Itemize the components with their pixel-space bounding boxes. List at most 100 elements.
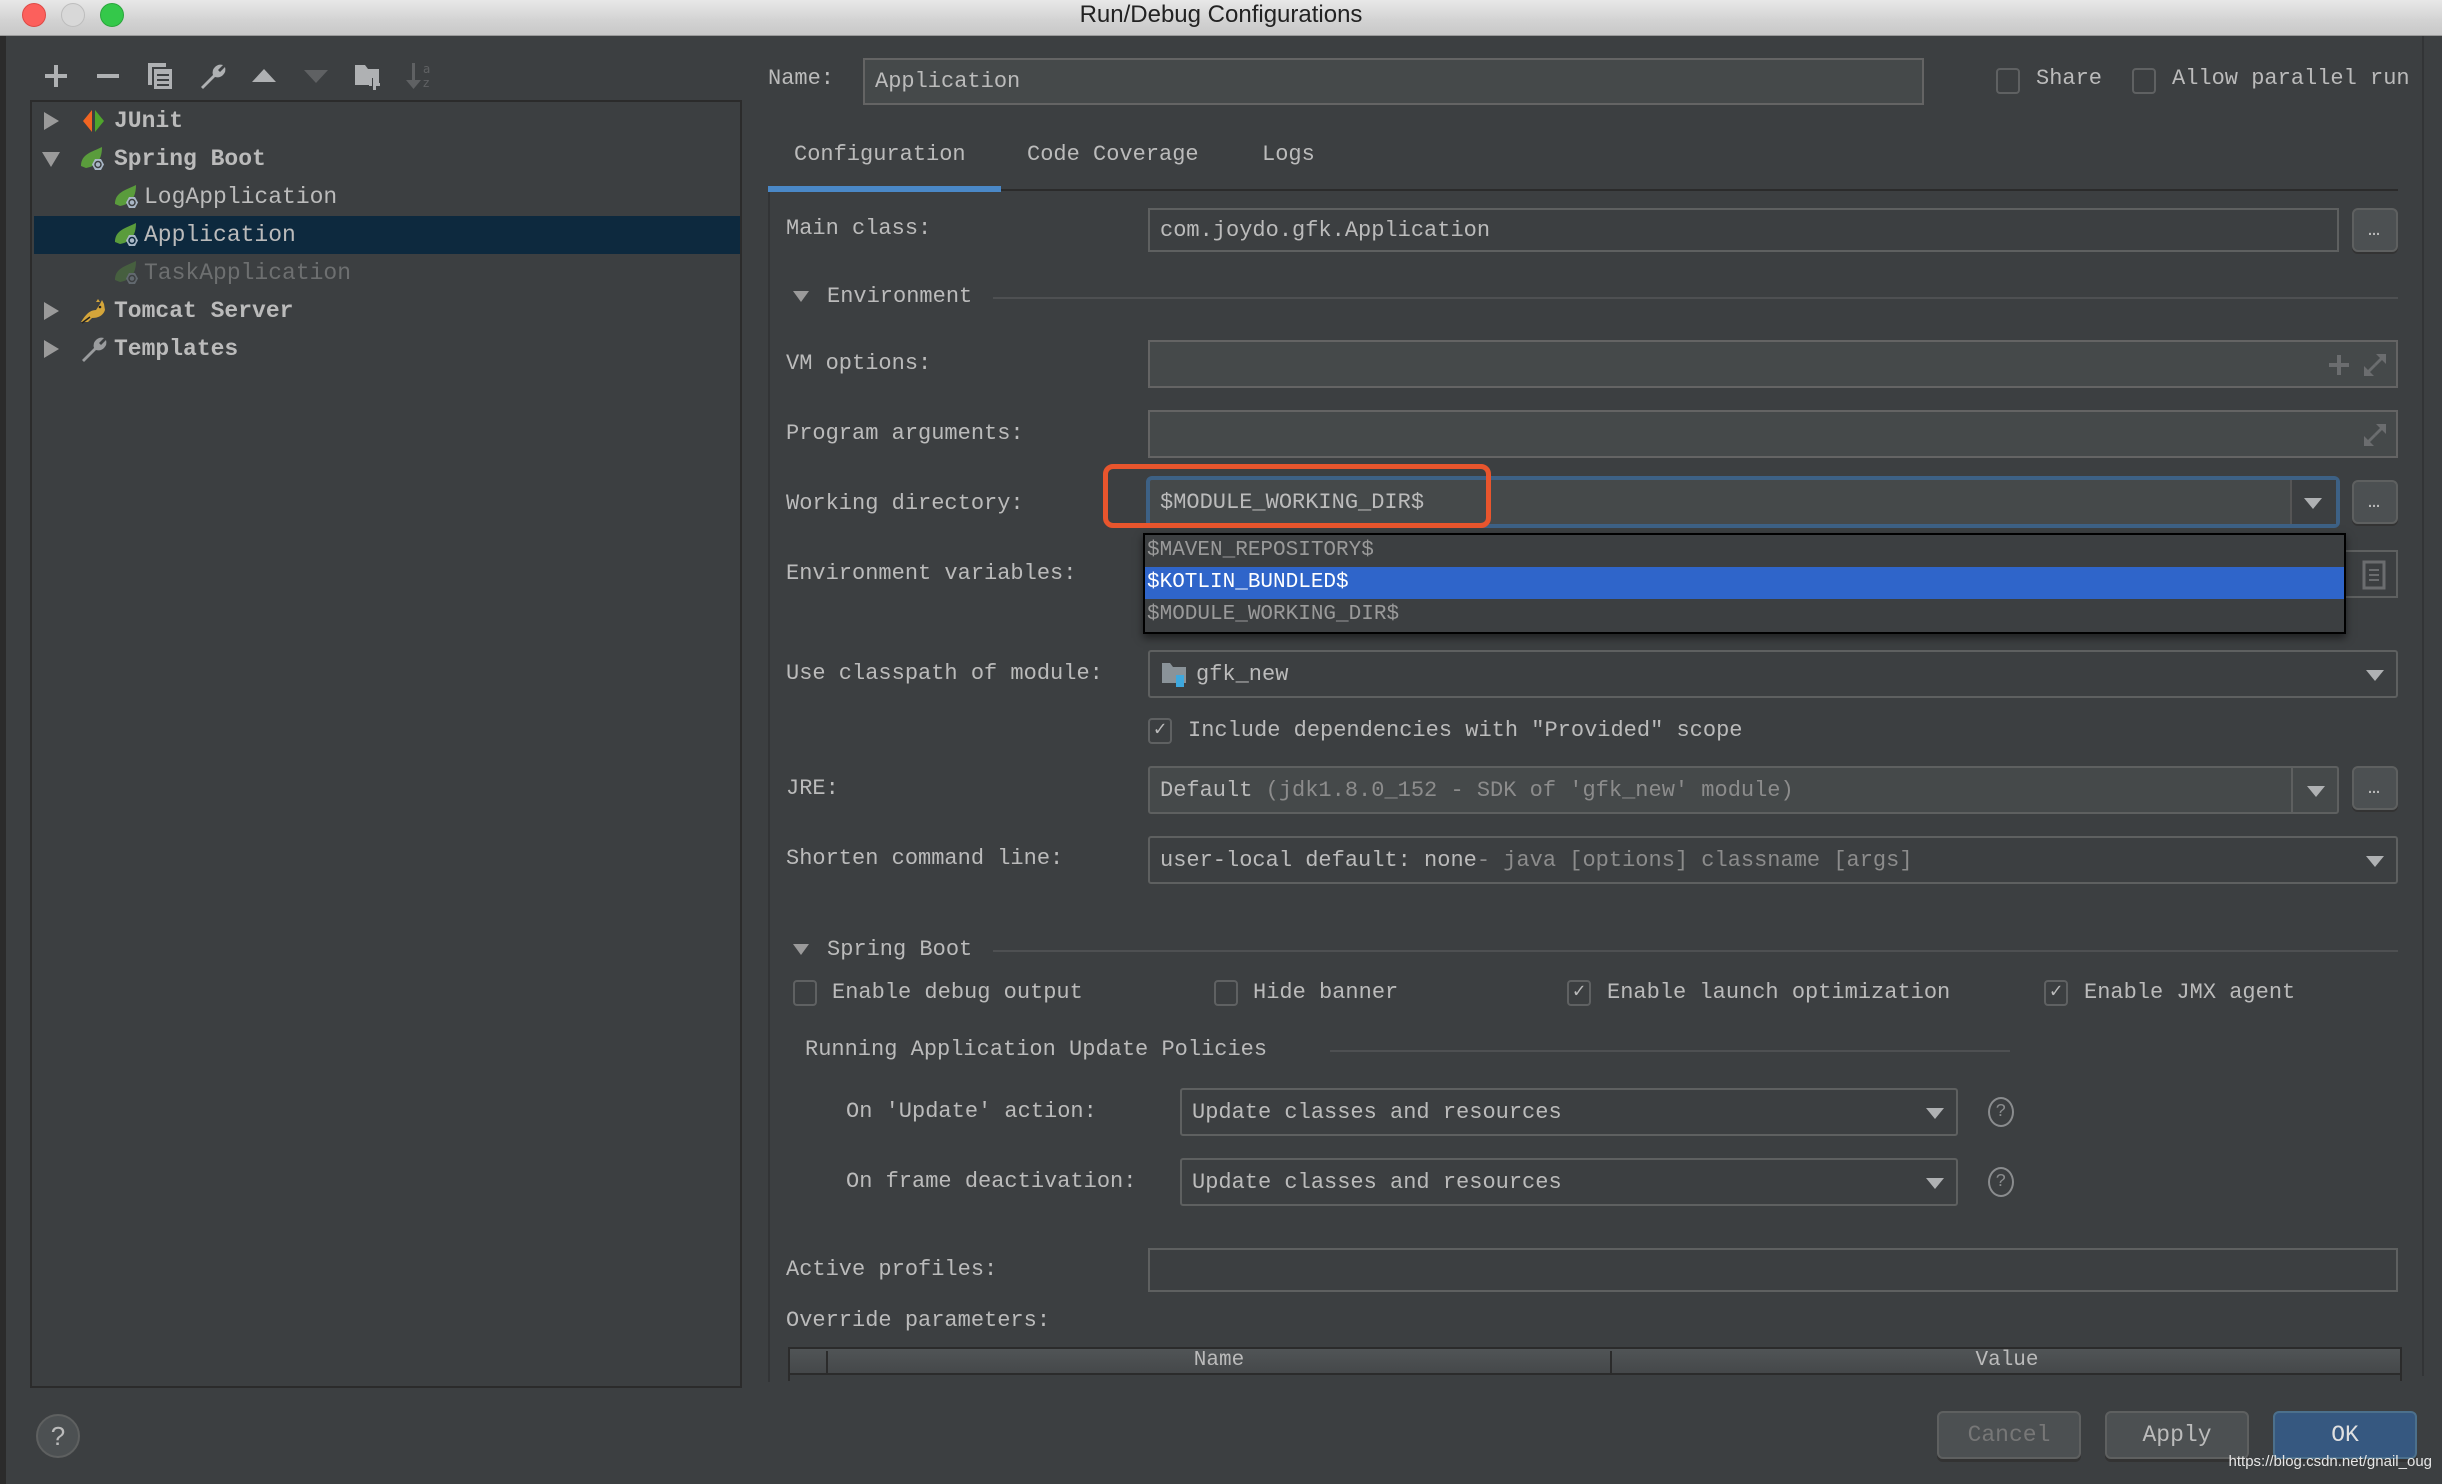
- edit-document-icon[interactable]: [2362, 560, 2386, 590]
- main-class-input[interactable]: com.joydo.gfk.Application: [1148, 208, 2339, 252]
- working-directory-dropdown-list[interactable]: $MAVEN_REPOSITORY$ $KOTLIN_BUNDLED$ $MOD…: [1143, 533, 2346, 634]
- vm-options-input[interactable]: [1148, 340, 2398, 388]
- on-update-help-icon[interactable]: ?: [1988, 1097, 2014, 1127]
- apply-button[interactable]: Apply: [2105, 1411, 2249, 1459]
- copy-configuration-button[interactable]: [142, 58, 178, 94]
- new-folder-button[interactable]: [350, 58, 386, 94]
- share-checkbox[interactable]: [1996, 68, 2020, 94]
- environment-separator: [993, 297, 2398, 299]
- minus-icon: [97, 74, 119, 78]
- on-update-action-combobox[interactable]: Update classes and resources: [1180, 1088, 1958, 1136]
- on-frame-deactivation-combobox[interactable]: Update classes and resources: [1180, 1158, 1958, 1206]
- wrench-icon: [201, 64, 226, 89]
- collapse-environment-icon[interactable]: [793, 291, 809, 302]
- chevron-down-icon: [1926, 1178, 1944, 1189]
- allow-parallel-run-label: Allow parallel run: [2172, 66, 2410, 91]
- jre-browse-button[interactable]: …: [2352, 766, 2398, 810]
- move-down-icon: [304, 70, 328, 83]
- tree-item-taskapplication[interactable]: TaskApplication: [34, 254, 740, 292]
- move-up-button[interactable]: [246, 58, 282, 94]
- checkmark-icon: ✓: [2049, 981, 2063, 1004]
- spring-boot-section-title: Spring Boot: [827, 937, 973, 962]
- help-button[interactable]: ?: [36, 1414, 80, 1458]
- tree-item-junit[interactable]: JUnit: [34, 102, 740, 140]
- tab-code-coverage[interactable]: Code Coverage: [1027, 142, 1199, 167]
- on-update-action-label: On 'Update' action:: [846, 1099, 1097, 1124]
- jre-combobox[interactable]: Default (jdk1.8.0_152 - SDK of 'gfk_new'…: [1148, 766, 2339, 814]
- override-parameters-table-body[interactable]: [788, 1375, 2402, 1381]
- override-parameters-label: Override parameters:: [786, 1308, 1051, 1333]
- sort-alpha-icon: az: [406, 62, 430, 90]
- active-tab-indicator: [768, 186, 1001, 192]
- collapse-spring-boot-icon[interactable]: [793, 944, 809, 955]
- enable-jmx-agent-label: Enable JMX agent: [2084, 980, 2296, 1005]
- sort-configurations-button[interactable]: az: [402, 58, 438, 94]
- expand-arrow-icon[interactable]: [44, 340, 59, 358]
- classpath-module-label: Use classpath of module:: [786, 661, 1103, 686]
- enable-debug-output-checkbox[interactable]: [793, 980, 817, 1006]
- ok-button[interactable]: OK: [2273, 1411, 2417, 1459]
- dropdown-option-highlighted[interactable]: $KOTLIN_BUNDLED$: [1145, 567, 2344, 599]
- name-input[interactable]: Application: [863, 58, 1924, 105]
- cancel-button[interactable]: Cancel: [1937, 1411, 2081, 1459]
- wrench-icon: [82, 337, 107, 362]
- remove-configuration-button[interactable]: [90, 58, 126, 94]
- tab-logs[interactable]: Logs: [1262, 142, 1315, 167]
- plus-icon[interactable]: [2328, 354, 2350, 376]
- enable-launch-optimization-checkbox[interactable]: ✓: [1567, 980, 1591, 1006]
- environment-section-title: Environment: [827, 284, 973, 309]
- column-header-name[interactable]: Name: [828, 1349, 1610, 1373]
- dropdown-option[interactable]: $MODULE_WORKING_DIR$: [1145, 599, 2344, 631]
- active-profiles-input[interactable]: [1148, 1248, 2398, 1292]
- expand-icon[interactable]: [2362, 352, 2388, 378]
- working-directory-label: Working directory:: [786, 491, 1024, 516]
- spring-boot-separator: [993, 950, 2398, 952]
- main-class-browse-button[interactable]: …: [2352, 208, 2398, 252]
- hide-banner-label: Hide banner: [1253, 980, 1399, 1005]
- chevron-down-icon: [2304, 498, 2322, 509]
- working-directory-browse-button[interactable]: …: [2352, 480, 2398, 524]
- configuration-tree[interactable]: JUnit Spring Boot LogApplication Applica…: [30, 100, 742, 1388]
- enable-jmx-agent-checkbox[interactable]: ✓: [2044, 980, 2068, 1006]
- on-frame-help-icon[interactable]: ?: [1988, 1167, 2014, 1197]
- override-parameters-table-header: Name Value: [788, 1347, 2402, 1375]
- tab-configuration[interactable]: Configuration: [794, 142, 966, 167]
- copy-icon: [148, 63, 172, 89]
- on-frame-deactivation-label: On frame deactivation:: [846, 1169, 1137, 1194]
- include-provided-checkbox[interactable]: ✓: [1148, 718, 1172, 744]
- desktop-edge: [0, 0, 6, 1484]
- tree-item-logapplication[interactable]: LogApplication: [34, 178, 740, 216]
- environment-variables-label: Environment variables:: [786, 561, 1077, 586]
- shorten-command-line-label: Shorten command line:: [786, 846, 1064, 871]
- hide-banner-checkbox[interactable]: [1214, 980, 1238, 1006]
- dropdown-option[interactable]: $MAVEN_REPOSITORY$: [1145, 535, 2344, 567]
- active-profiles-label: Active profiles:: [786, 1257, 998, 1282]
- chevron-down-icon: [2366, 856, 2384, 867]
- program-arguments-label: Program arguments:: [786, 421, 1024, 446]
- enable-launch-optimization-label: Enable launch optimization: [1607, 980, 1951, 1005]
- junit-icon: [83, 110, 104, 132]
- tree-item-spring-boot[interactable]: Spring Boot: [34, 140, 740, 178]
- program-arguments-input[interactable]: [1148, 410, 2398, 458]
- column-header-value[interactable]: Value: [1612, 1349, 2402, 1373]
- tree-item-application[interactable]: Application: [34, 216, 740, 254]
- allow-parallel-run-checkbox[interactable]: [2132, 68, 2156, 94]
- chevron-down-icon: [1926, 1108, 1944, 1119]
- name-input-value: Application: [875, 69, 1021, 94]
- edit-defaults-button[interactable]: [194, 58, 230, 94]
- spring-boot-icon: [115, 223, 138, 246]
- main-class-label: Main class:: [786, 216, 932, 241]
- tree-item-tomcat-server[interactable]: Tomcat Server: [34, 292, 740, 330]
- tree-item-templates[interactable]: Templates: [34, 330, 740, 368]
- add-configuration-button[interactable]: [38, 58, 74, 94]
- classpath-module-combobox[interactable]: gfk_new: [1148, 650, 2398, 698]
- expand-arrow-icon[interactable]: [44, 302, 59, 320]
- expand-arrow-icon[interactable]: [44, 112, 59, 130]
- include-provided-label: Include dependencies with "Provided" sco…: [1188, 718, 1743, 743]
- shorten-command-line-combobox[interactable]: user-local default: none - java [options…: [1148, 836, 2398, 884]
- content-panel-border: [768, 192, 770, 1382]
- move-down-button[interactable]: [298, 58, 334, 94]
- collapse-arrow-icon[interactable]: [42, 151, 60, 167]
- expand-icon[interactable]: [2362, 422, 2388, 448]
- window-title: Run/Debug Configurations: [1079, 1, 1363, 28]
